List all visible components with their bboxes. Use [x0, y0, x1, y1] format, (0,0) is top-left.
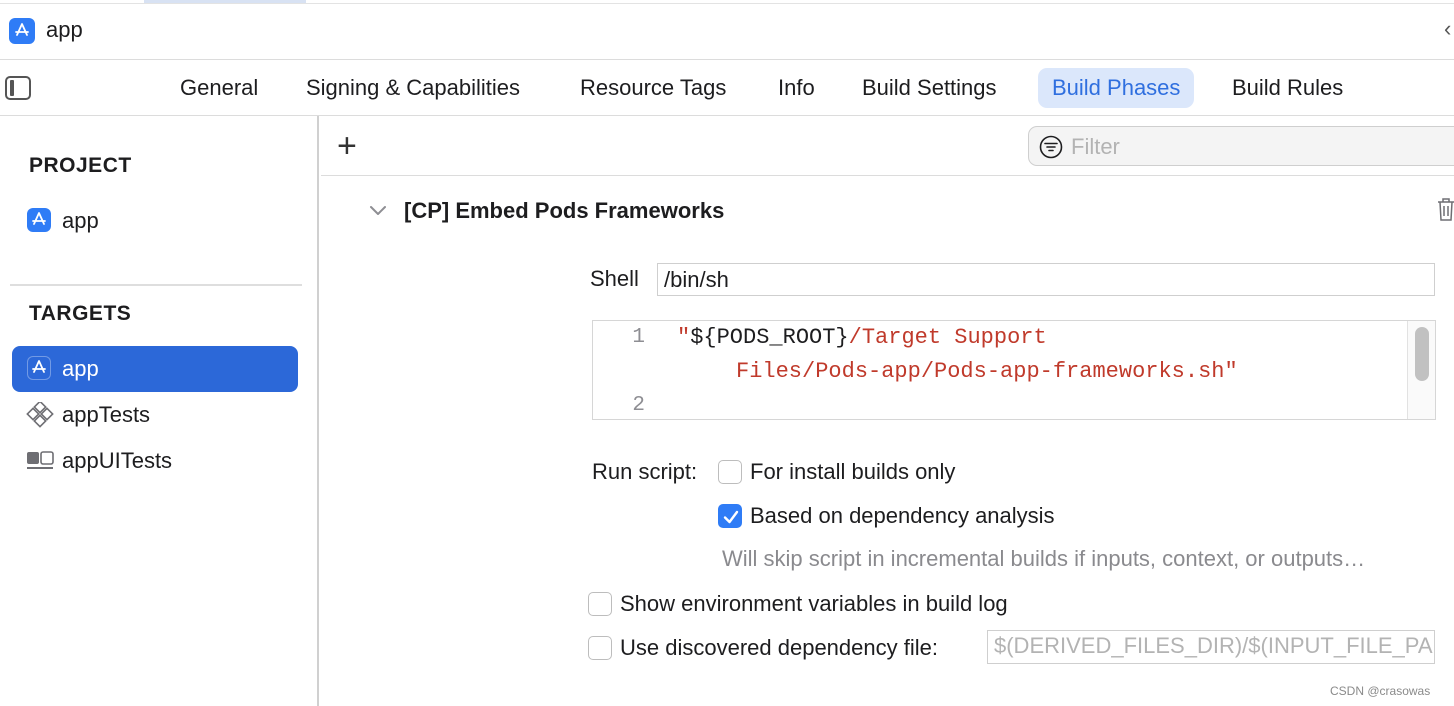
project-navigator: PROJECT app TARGETS app appTests appUITe…: [0, 116, 319, 706]
app-store-icon: [9, 18, 35, 44]
show-env-checkbox[interactable]: [588, 592, 612, 616]
tab-resource-tags[interactable]: Resource Tags: [566, 68, 740, 108]
sidebar-divider: [10, 284, 302, 286]
editor-tab-bar: General Signing & Capabilities Resource …: [0, 60, 1454, 116]
run-script-label: Run script:: [592, 459, 698, 484]
dependency-analysis-checkbox[interactable]: [718, 504, 742, 528]
sidebar-item-target-appuitests[interactable]: appUITests: [12, 438, 298, 484]
targets-section-title: TARGETS: [29, 302, 132, 325]
tab-build-settings[interactable]: Build Settings: [848, 68, 1011, 108]
titlebar-divider: [0, 3, 1454, 4]
code-string: Files/Pods-app/Pods-app-frameworks.sh": [736, 359, 1238, 384]
install-builds-checkbox[interactable]: [718, 460, 742, 484]
filter-input[interactable]: [1071, 131, 1451, 163]
discovered-dep-checkbox[interactable]: [588, 636, 612, 660]
code-quote: ": [677, 325, 691, 350]
code-line-1: "${PODS_ROOT}/Target Support: [677, 325, 1047, 350]
code-string: /Target Support: [848, 325, 1047, 350]
watermark: CSDN @crasowas: [1330, 684, 1431, 698]
ui-test-icon: [27, 451, 54, 469]
dependency-analysis-label: Based on dependency analysis: [750, 503, 1055, 528]
window-titlebar: app ‹: [0, 0, 1454, 60]
sidebar-item-label: app: [62, 356, 99, 381]
phase-title: [CP] Embed Pods Frameworks: [404, 198, 725, 223]
sidebar-item-target-app[interactable]: app: [12, 346, 298, 392]
tab-build-phases[interactable]: Build Phases: [1038, 68, 1195, 108]
sidebar-item-project-app[interactable]: app: [12, 198, 298, 244]
dependency-hint: Will skip script in incremental builds i…: [722, 546, 1366, 571]
chevron-down-icon[interactable]: [368, 200, 388, 220]
code-line-1-wrap: Files/Pods-app/Pods-app-frameworks.sh": [736, 359, 1238, 384]
app-store-icon: [27, 208, 51, 232]
tab-build-rules[interactable]: Build Rules: [1218, 68, 1357, 108]
window-title: app: [46, 17, 83, 42]
code-variable: ${PODS_ROOT}: [690, 325, 849, 350]
install-builds-label: For install builds only: [750, 459, 956, 484]
sidebar-item-label: appTests: [62, 402, 151, 427]
shell-field[interactable]: [657, 263, 1435, 296]
show-env-label: Show environment variables in build log: [620, 591, 1008, 616]
tab-info[interactable]: Info: [764, 68, 829, 108]
line-number: 1: [632, 326, 645, 349]
filter-field[interactable]: [1028, 126, 1454, 166]
back-chevron-icon[interactable]: ‹: [1444, 16, 1451, 42]
line-number: 2: [632, 394, 645, 417]
app-store-icon: [27, 356, 51, 380]
script-editor[interactable]: 1 2 "${PODS_ROOT}/Target Support Files/P…: [592, 320, 1436, 420]
shell-label: Shell: [590, 266, 639, 291]
discovered-dep-label: Use discovered dependency file:: [620, 635, 938, 660]
build-phases-toolbar: +: [321, 116, 1454, 176]
unit-test-icon: [26, 402, 54, 428]
sidebar-item-target-apptests[interactable]: appTests: [12, 392, 298, 438]
dependency-file-field[interactable]: $(DERIVED_FILES_DIR)/$(INPUT_FILE_PA: [987, 630, 1435, 664]
add-phase-button[interactable]: +: [337, 126, 357, 166]
editor-scrollbar[interactable]: [1407, 321, 1435, 419]
tab-signing-capabilities[interactable]: Signing & Capabilities: [292, 68, 534, 108]
scrollbar-thumb[interactable]: [1415, 327, 1429, 381]
project-section-title: PROJECT: [29, 154, 132, 177]
sidebar-item-label: app: [62, 208, 99, 233]
sidebar-toggle-icon[interactable]: [5, 76, 31, 100]
checkmark-icon: [723, 510, 739, 524]
filter-icon: [1039, 135, 1063, 159]
trash-icon[interactable]: [1436, 196, 1454, 222]
tab-general[interactable]: General: [166, 68, 272, 108]
sidebar-item-label: appUITests: [62, 448, 173, 473]
